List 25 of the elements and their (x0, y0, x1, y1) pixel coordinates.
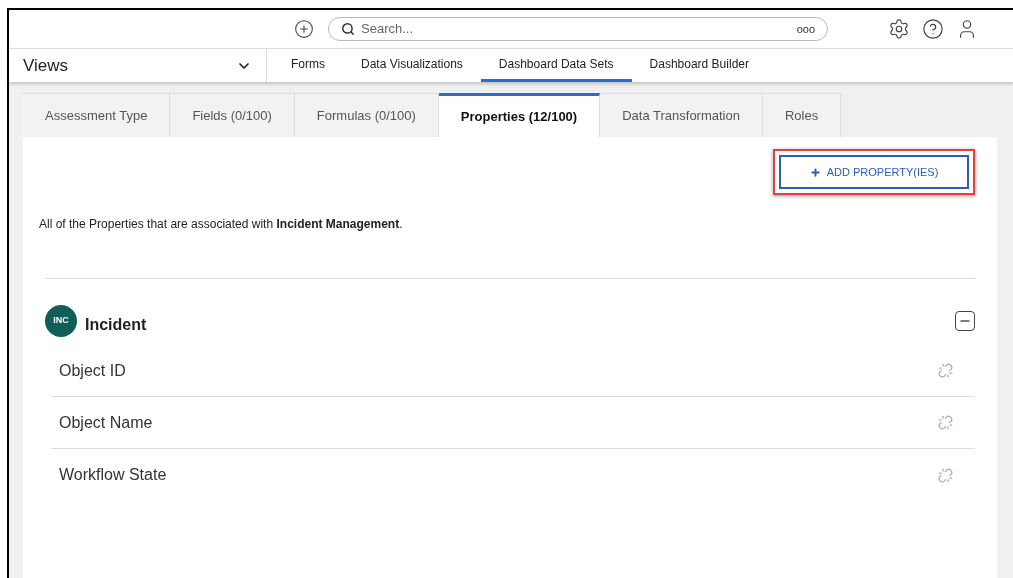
tab[interactable]: Fields (0/100) (170, 93, 295, 137)
collapse-button[interactable] (955, 311, 975, 331)
section-title: Incident (85, 315, 147, 335)
nav-link[interactable]: Dashboard Data Sets (480, 49, 632, 82)
search-icon (341, 22, 355, 36)
tab[interactable]: Formulas (0/100) (294, 93, 439, 137)
search-options[interactable]: ooo (796, 20, 815, 38)
tab[interactable]: Assessment Type (23, 93, 171, 137)
help-icon[interactable] (922, 18, 944, 40)
property-label: Object Name (59, 412, 154, 433)
add-icon[interactable] (294, 19, 314, 39)
nav-link[interactable]: Forms (273, 49, 343, 82)
tab[interactable]: Properties (12/100) (438, 93, 601, 137)
settings-icon[interactable] (888, 18, 910, 40)
nav-link[interactable]: Data Visualizations (343, 49, 481, 82)
description-text: All of the Properties that are associated with Incident Management. (39, 216, 403, 233)
views-dropdown[interactable]: Views (9, 49, 267, 82)
property-label: Object ID (59, 360, 127, 381)
tab[interactable]: Roles (762, 93, 842, 137)
nav-link[interactable]: Dashboard Builder (631, 49, 767, 82)
add-property-button[interactable]: ADD PROPERTY(IES) (779, 155, 969, 189)
tab[interactable]: Data Transformation (600, 93, 763, 137)
section-badge: INC (45, 305, 77, 337)
property-label: Workflow State (59, 465, 168, 485)
plus-icon (809, 166, 821, 178)
